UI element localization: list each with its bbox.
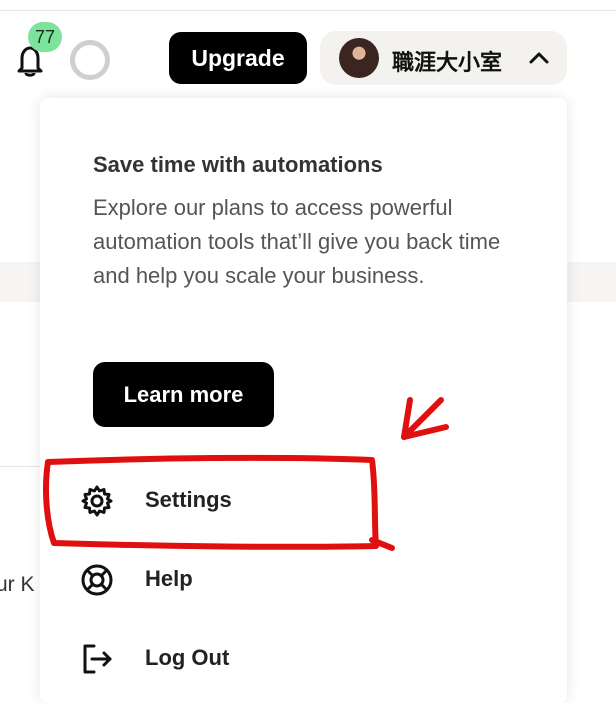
lifebuoy-icon [81, 564, 113, 596]
gear-icon [81, 485, 113, 517]
promo-title: Save time with automations [93, 152, 383, 177]
logout-icon [83, 644, 112, 674]
loading-spinner-icon [70, 40, 110, 80]
learn-more-button[interactable]: Learn more [93, 362, 274, 427]
menu-item-settings[interactable]: Settings [40, 471, 567, 531]
chevron-up-icon [529, 52, 549, 64]
menu-item-help[interactable]: Help [40, 550, 567, 610]
notification-badge: 77 [28, 22, 62, 52]
profile-name: 職涯大小室 [392, 50, 503, 75]
upgrade-button[interactable]: Upgrade [169, 32, 307, 84]
top-divider [0, 10, 616, 11]
promo-text: Explore our plans to access powerful aut… [93, 195, 501, 288]
menu-item-logout[interactable]: Log Out [40, 629, 567, 689]
background-partial-text: ur K [0, 573, 35, 596]
menu-label-help: Help [145, 566, 193, 591]
avatar [339, 38, 379, 78]
profile-dropdown: Save time with automations Explore our p… [40, 98, 567, 703]
background-divider [0, 466, 40, 467]
profile-menu-button[interactable]: 職涯大小室 [320, 31, 567, 85]
menu-label-settings: Settings [145, 487, 232, 512]
menu-label-logout: Log Out [145, 645, 230, 670]
